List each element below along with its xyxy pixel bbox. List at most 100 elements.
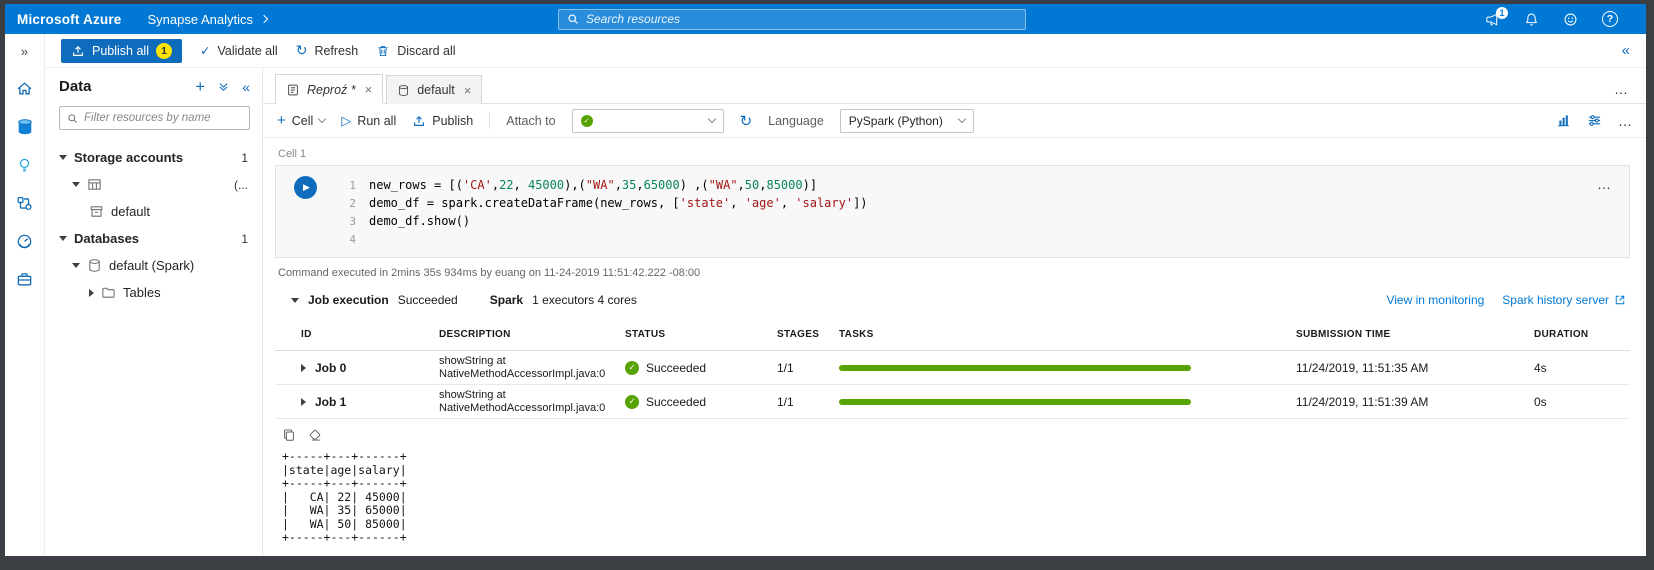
spark-history-server-link[interactable]: Spark history server: [1502, 293, 1626, 307]
publish-count-badge: 1: [156, 43, 172, 59]
more-actions-icon[interactable]: …: [1618, 113, 1632, 129]
configure-session-icon[interactable]: [1587, 113, 1602, 128]
notifications-icon[interactable]: 1: [1485, 12, 1500, 27]
col-tasks: TASKS: [839, 329, 1296, 340]
search-input[interactable]: [586, 12, 1017, 26]
add-cell-button[interactable]: + Cell: [277, 112, 325, 129]
clear-output-icon[interactable]: [308, 428, 322, 442]
add-resource-icon[interactable]: +: [195, 78, 205, 95]
cell-more-actions-icon[interactable]: …: [1597, 176, 1617, 192]
expand-rail-icon[interactable]: »: [21, 44, 28, 59]
chevron-down-icon: [318, 115, 326, 123]
job-id: Job 0: [315, 361, 346, 375]
tree-label: Databases: [74, 231, 139, 246]
notebook-toolbar: + Cell ▷ Run all Publish: [263, 104, 1646, 138]
close-tab-icon[interactable]: ×: [464, 83, 472, 98]
collapse-section-caret-icon[interactable]: [291, 298, 299, 303]
app-name: Synapse Analytics: [148, 12, 254, 27]
tree-item-tables[interactable]: Tables: [59, 279, 250, 306]
filter-box[interactable]: [59, 106, 250, 130]
external-link-icon: [1614, 294, 1626, 306]
expanded-caret-icon[interactable]: [59, 155, 67, 160]
job-duration: 0s: [1534, 395, 1630, 409]
copy-output-icon[interactable]: [282, 428, 296, 442]
tree-item-container-default[interactable]: default: [59, 198, 250, 225]
bell-icon[interactable]: [1524, 12, 1539, 27]
notification-count-badge: 1: [1496, 7, 1508, 19]
job-stages: 1/1: [777, 395, 839, 409]
refresh-label: Refresh: [314, 44, 358, 58]
tree-item-storage-account[interactable]: (...: [59, 171, 250, 198]
feedback-smiley-icon[interactable]: [1563, 12, 1578, 27]
check-icon: ✓: [200, 43, 210, 58]
data-explorer-panel: Data + «: [45, 68, 263, 556]
expand-job-caret-icon[interactable]: [301, 398, 306, 406]
attach-to-dropdown[interactable]: ✓: [572, 109, 724, 133]
breadcrumb[interactable]: Synapse Analytics: [148, 12, 268, 27]
data-icon[interactable]: [16, 118, 34, 136]
outline-chart-icon[interactable]: [1556, 113, 1571, 128]
tab-default[interactable]: default ×: [386, 75, 482, 104]
col-submission-time: SUBMISSION TIME: [1296, 329, 1534, 340]
microsoft-azure-logo[interactable]: Microsoft Azure: [17, 12, 122, 27]
run-all-icon: ▷: [341, 113, 351, 129]
help-icon[interactable]: ?: [1602, 11, 1618, 27]
expanded-caret-icon[interactable]: [59, 236, 67, 241]
develop-icon[interactable]: [16, 157, 33, 174]
job-execution-header: Job execution Succeeded Spark 1 executor…: [275, 291, 1630, 319]
resource-tree: Storage accounts 1 (...: [59, 144, 250, 306]
expanded-caret-icon[interactable]: [72, 263, 80, 268]
integrate-icon[interactable]: [16, 195, 33, 212]
expand-job-caret-icon[interactable]: [301, 364, 306, 372]
run-all-label: Run all: [357, 114, 396, 128]
language-value: PySpark (Python): [849, 114, 943, 128]
publish-icon: [71, 44, 85, 58]
plus-icon: +: [277, 112, 286, 129]
code-lines[interactable]: new_rows = [('CA',22, 45000),("WA",35,65…: [369, 176, 1584, 248]
expanded-caret-icon[interactable]: [72, 182, 80, 187]
command-bar: Publish all 1 ✓ Validate all ↻ Refresh D…: [45, 34, 1646, 68]
tree-item-storage-accounts[interactable]: Storage accounts 1: [59, 144, 250, 171]
discard-all-label: Discard all: [397, 44, 455, 58]
global-search[interactable]: [558, 9, 1026, 30]
tree-item-databases[interactable]: Databases 1: [59, 225, 250, 252]
collapse-right-panel-icon[interactable]: «: [1622, 42, 1630, 59]
col-id: ID: [289, 329, 439, 340]
window-frame: Microsoft Azure Synapse Analytics 1 ?: [0, 0, 1654, 570]
tree-item-database-default-spark[interactable]: default (Spark): [59, 252, 250, 279]
collapse-panel-icon[interactable]: «: [242, 79, 250, 95]
tree-label: default (Spark): [109, 258, 194, 273]
run-all-button[interactable]: ▷ Run all: [341, 113, 396, 129]
publish-all-button[interactable]: Publish all 1: [61, 39, 182, 63]
job-table-row[interactable]: Job 1 showString at NativeMethodAccessor…: [275, 385, 1630, 419]
tree-count: 1: [241, 151, 250, 165]
view-in-monitoring-link[interactable]: View in monitoring: [1386, 293, 1484, 307]
close-tab-icon[interactable]: ×: [365, 82, 373, 97]
publish-notebook-button[interactable]: Publish: [412, 114, 473, 128]
run-cell-button[interactable]: ▶: [294, 176, 317, 199]
col-description: DESCRIPTION: [439, 329, 625, 340]
job-execution-label: Job execution: [308, 293, 389, 307]
job-execution-status: Succeeded: [398, 293, 458, 307]
tab-notebook[interactable]: Reproź * ×: [275, 74, 383, 104]
collapse-all-icon[interactable]: [217, 80, 230, 93]
succeeded-check-icon: ✓: [625, 395, 639, 409]
collapsed-caret-icon[interactable]: [89, 289, 94, 297]
monitor-icon[interactable]: [16, 233, 33, 250]
language-label: Language: [768, 114, 824, 128]
refresh-button[interactable]: ↻ Refresh: [296, 42, 359, 59]
manage-icon[interactable]: [16, 271, 33, 288]
validate-all-button[interactable]: ✓ Validate all: [200, 43, 278, 58]
code-cell[interactable]: ▶ 1234 new_rows = [('CA',22, 45000),("WA…: [275, 165, 1630, 258]
language-dropdown[interactable]: PySpark (Python): [840, 109, 974, 133]
filter-input[interactable]: [84, 112, 242, 124]
chevron-down-icon: [958, 115, 966, 123]
home-icon[interactable]: [16, 80, 33, 97]
job-table-row[interactable]: Job 0 showString at NativeMethodAccessor…: [275, 351, 1630, 385]
tree-label: Storage accounts: [74, 150, 183, 165]
pool-status-icon: ✓: [581, 115, 593, 127]
refresh-pools-icon[interactable]: ↻: [740, 112, 753, 130]
discard-all-button[interactable]: Discard all: [376, 44, 455, 58]
job-stages: 1/1: [777, 361, 839, 375]
more-tabs-icon[interactable]: …: [1614, 81, 1646, 103]
